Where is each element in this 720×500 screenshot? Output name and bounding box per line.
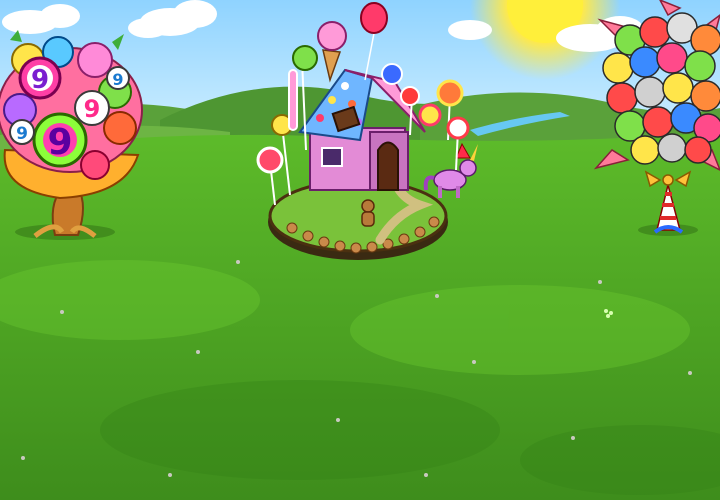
nine-candy: 9 [32,112,88,168]
nine-candy: 9 [9,119,35,145]
nine-candy: 9 [106,66,130,90]
nine-label-4: 9 [16,124,28,144]
nine-label-1: 9 [31,65,49,95]
nine-label-3: 9 [84,95,101,123]
gingerbread-man[interactable] [361,199,375,227]
nine-candy: 9 [74,90,110,126]
nine-label-5: 9 [112,70,123,89]
game-scene: 9 9 9 9 9 [0,0,720,500]
nine-candy: 9 [18,56,62,100]
nine-label-2: 9 [47,122,72,163]
